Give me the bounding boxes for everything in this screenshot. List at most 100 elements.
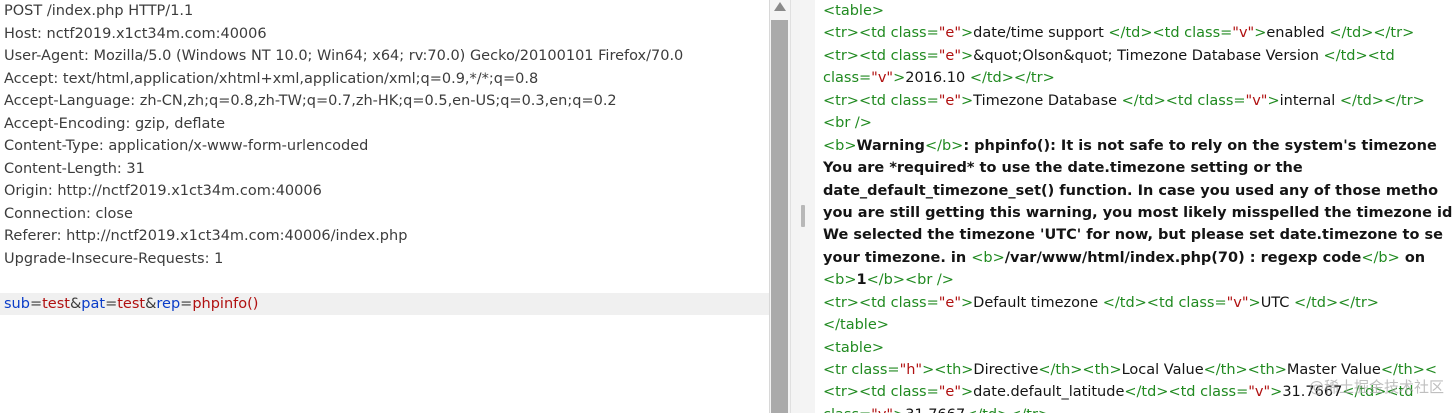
response-viewer[interactable]: <table> <tr><td class="e">date/time suppo… [815, 0, 1454, 413]
watermark: @稀土掘金技术社区 [1308, 378, 1444, 396]
text-content: Directive [973, 362, 1039, 378]
text-content: enabled [1266, 25, 1330, 42]
html-tag: </table> [823, 317, 889, 334]
response-line: <tr><td class="e">Timezone Database </td… [815, 90, 1454, 112]
html-tag: </th><th> [1038, 362, 1122, 378]
bold-text: your timezone. in [823, 249, 972, 266]
html-tag: </td></tr> [1294, 294, 1379, 311]
bold-text: 1 [856, 272, 867, 289]
html-tag: <br /> [823, 115, 872, 132]
request-scrollbar[interactable] [769, 0, 790, 413]
request-header-line: Connection: close [4, 205, 133, 222]
response-line: <b>1</b><br /> [815, 269, 1454, 291]
scroll-thumb[interactable] [771, 20, 788, 413]
request-headers: POST /index.php HTTP/1.1 Host: nctf2019.x… [0, 0, 769, 270]
html-tag: > [1270, 384, 1283, 401]
html-tag: <tr><td class= [823, 92, 939, 109]
bold-text: : phpinfo(): It is not safe to rely on t… [963, 137, 1437, 154]
text-content: 31.7667 [905, 407, 965, 413]
request-header-line: Accept-Encoding: gzip, deflate [4, 115, 225, 132]
html-tag: </td><td class= [1102, 294, 1227, 311]
attr-value: "e" [938, 92, 962, 109]
ampersand: & [69, 295, 82, 312]
text-content: Default timezone [973, 294, 1103, 311]
html-tag: <tr><td class= [823, 384, 939, 401]
attr-value: "e" [938, 25, 962, 42]
response-line: <table> [815, 337, 1454, 359]
html-tag: > [961, 92, 974, 109]
html-tag: class= [823, 70, 872, 87]
splitter-grip-icon[interactable] [801, 205, 805, 227]
request-header-line: Accept: text/html,application/xhtml+xml,… [4, 70, 539, 87]
equals-sign: = [180, 295, 193, 312]
response-line: class="v">2016.10 </td></tr> [815, 67, 1454, 89]
bold-text: on [1399, 249, 1426, 266]
request-header-line: Accept-Language: zh-CN,zh;q=0.8,zh-TW;q=… [4, 93, 617, 109]
response-line: You are *required* to use the date.timez… [815, 157, 1454, 179]
param-key-sub: sub [4, 295, 30, 312]
attr-value: "e" [938, 47, 962, 64]
text-content: Local Value [1121, 362, 1204, 378]
html-tag: > [961, 25, 974, 42]
attr-value: "v" [1226, 294, 1249, 311]
html-tag: <tr class= [823, 362, 900, 378]
request-header-line: Referer: http://nctf2019.x1ct34m.com:400… [4, 228, 408, 244]
request-header-line: Origin: http://nctf2019.x1ct34m.com:4000… [4, 183, 322, 199]
html-tag: </td></tr> [965, 407, 1050, 413]
response-line: </table> [815, 314, 1454, 336]
html-tag: </b> [924, 137, 964, 154]
html-tag: </td><td [1323, 47, 1395, 64]
html-tag: class= [823, 407, 871, 413]
equals-sign: = [105, 295, 118, 312]
html-tag: <tr><td class= [823, 294, 939, 311]
bold-text: Warning [856, 137, 925, 154]
attr-value: "e" [938, 384, 962, 401]
html-tag: </b><br /> [866, 272, 954, 289]
text-content: 2016.10 [905, 70, 970, 87]
response-line: <table> [815, 0, 1454, 22]
request-header-line: Content-Length: 31 [4, 160, 145, 177]
request-header-line: Content-Type: application/x-www-form-url… [4, 138, 369, 154]
bold-text: /var/www/html/index.php(70) : regexp cod… [1004, 249, 1362, 266]
scroll-up-arrow-icon[interactable] [774, 2, 786, 11]
text-content: date/time support [973, 25, 1109, 42]
html-tag: > [961, 47, 974, 64]
response-line: <br /> [815, 112, 1454, 134]
html-tag: </th><th> [1203, 362, 1287, 378]
html-tag: <tr><td class= [823, 25, 939, 42]
param-key-pat: pat [81, 295, 106, 312]
attr-value: "h" [899, 362, 923, 378]
response-line: <tr><td class="e" > Default timezone </td>… [815, 292, 1454, 314]
ampersand: & [145, 295, 157, 312]
html-tag: > [1248, 294, 1261, 311]
html-tag: <b> [823, 272, 857, 289]
attr-value: "v" [871, 407, 893, 413]
html-tag: > [1267, 92, 1280, 109]
text-content: &quot;Olson&quot; Timezone Database Vers… [973, 47, 1324, 64]
html-tag: <tr><td class= [823, 47, 939, 64]
request-header-line: Host: nctf2019.x1ct34m.com:40006 [4, 25, 267, 42]
request-editor[interactable]: POST /index.php HTTP/1.1 Host: nctf2019.x… [0, 0, 769, 413]
param-value-rep: phpinfo() [192, 295, 259, 312]
html-tag: <b> [823, 137, 857, 154]
request-header-line: Upgrade-Insecure-Requests: 1 [4, 250, 224, 267]
text-content: date.default_latitude [973, 384, 1125, 401]
response-line: class="v">31.7667</td></tr> [815, 404, 1454, 413]
bold-text: You are *required* to use the date.timez… [823, 160, 1303, 177]
html-tag: </td><td class= [1124, 384, 1249, 401]
bold-text: We selected the timezone 'UTC' for now, … [823, 227, 1443, 244]
bold-text: date_default_timezone_set() function. In… [823, 182, 1439, 199]
response-line: you are still getting this warning, you … [815, 202, 1454, 224]
equals-sign: = [29, 295, 43, 312]
html-tag: <b> [971, 249, 1005, 266]
pane-splitter[interactable] [790, 0, 816, 413]
attr-value: "v" [1232, 25, 1255, 42]
response-line: date_default_timezone_set() function. In… [815, 180, 1454, 202]
attr-value: "e" [938, 294, 962, 311]
html-tag: </td></tr> [969, 70, 1055, 87]
request-body[interactable]: sub=test&pat=test&rep=phpinfo() [0, 292, 769, 315]
html-tag: </td><td class= [1121, 92, 1246, 109]
html-tag: </td></tr> [1339, 92, 1425, 109]
param-key-rep: rep [156, 295, 181, 312]
